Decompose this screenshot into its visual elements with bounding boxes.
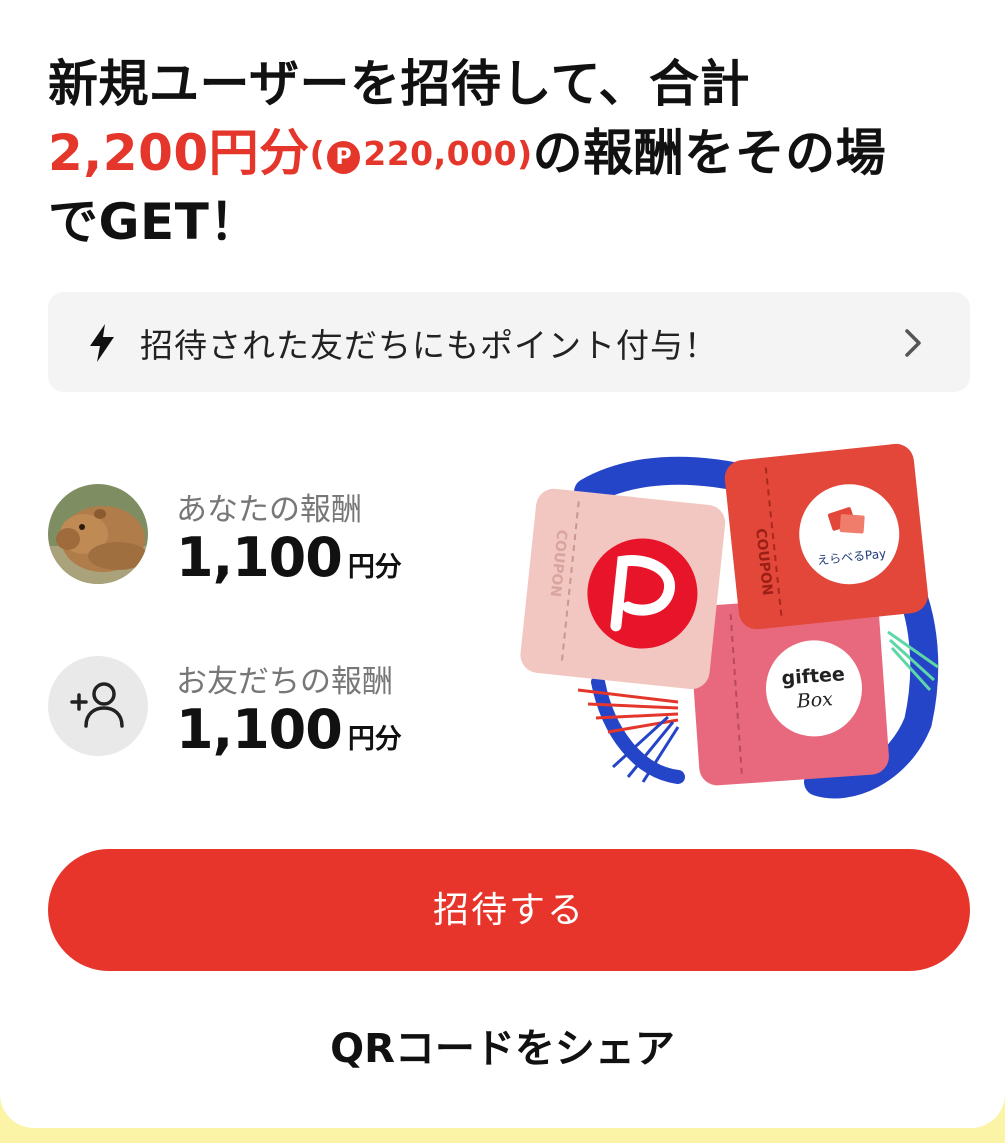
invite-card: 新規ユーザーを招待して、合計 2,200円分(P 220,000)の報酬をその場 … <box>0 0 1005 1128</box>
invite-button[interactable]: 招待する <box>48 849 970 971</box>
headline-line-2: 2,200円分(P 220,000)の報酬をその場 <box>48 119 968 188</box>
headline-line-3: でGET！ <box>48 193 260 251</box>
lightning-bolt-icon <box>90 324 114 362</box>
your-reward-amount: 1,100 <box>176 526 343 589</box>
friend-reward-unit: 円分 <box>347 724 402 755</box>
headline: 新規ユーザーを招待して、合計 2,200円分(P 220,000)の報酬をその場 … <box>48 50 968 257</box>
friend-reward-amount: 1,100 <box>176 698 343 761</box>
coupon-illustration: giftee Box COUPON えらべるPay COUPON <box>520 443 939 799</box>
your-reward-label: あなたの報酬 <box>176 492 362 528</box>
giftee-logo-text: giftee <box>781 663 846 689</box>
points-value: 220,000 <box>363 134 518 173</box>
friend-points-notice[interactable]: 招待された友だちにもポイント付与！ <box>48 292 970 392</box>
notice-text: 招待された友だちにもポイント付与！ <box>140 326 718 365</box>
headline-line-1: 新規ユーザーを招待して、合計 <box>48 55 750 113</box>
your-reward-value: 1,100 円分 <box>176 526 402 589</box>
add-friend-icon <box>48 656 148 756</box>
giftee-box-text: Box <box>795 688 834 713</box>
erabel-pay-coupon: COUPON えらべるPay <box>724 443 928 630</box>
headline-line-2-rest: の報酬をその場 <box>532 124 887 182</box>
reward-total-amount: 2,200円分 <box>48 124 310 182</box>
friend-reward-value: 1,100 円分 <box>176 698 402 761</box>
qr-share-link[interactable]: QRコードをシェア <box>0 1016 1005 1074</box>
points-paren-close: ) <box>517 134 533 173</box>
your-reward-unit: 円分 <box>347 552 402 583</box>
red-streaks <box>577 688 679 734</box>
paypay-coupon: COUPON <box>520 488 726 690</box>
points-amount: (P 220,000) <box>309 134 533 174</box>
point-icon: P <box>327 141 361 174</box>
capybara-avatar <box>48 484 148 584</box>
chevron-right-icon <box>905 329 921 357</box>
points-paren-open: ( <box>309 134 326 173</box>
friend-reward-label: お友だちの報酬 <box>176 664 393 700</box>
